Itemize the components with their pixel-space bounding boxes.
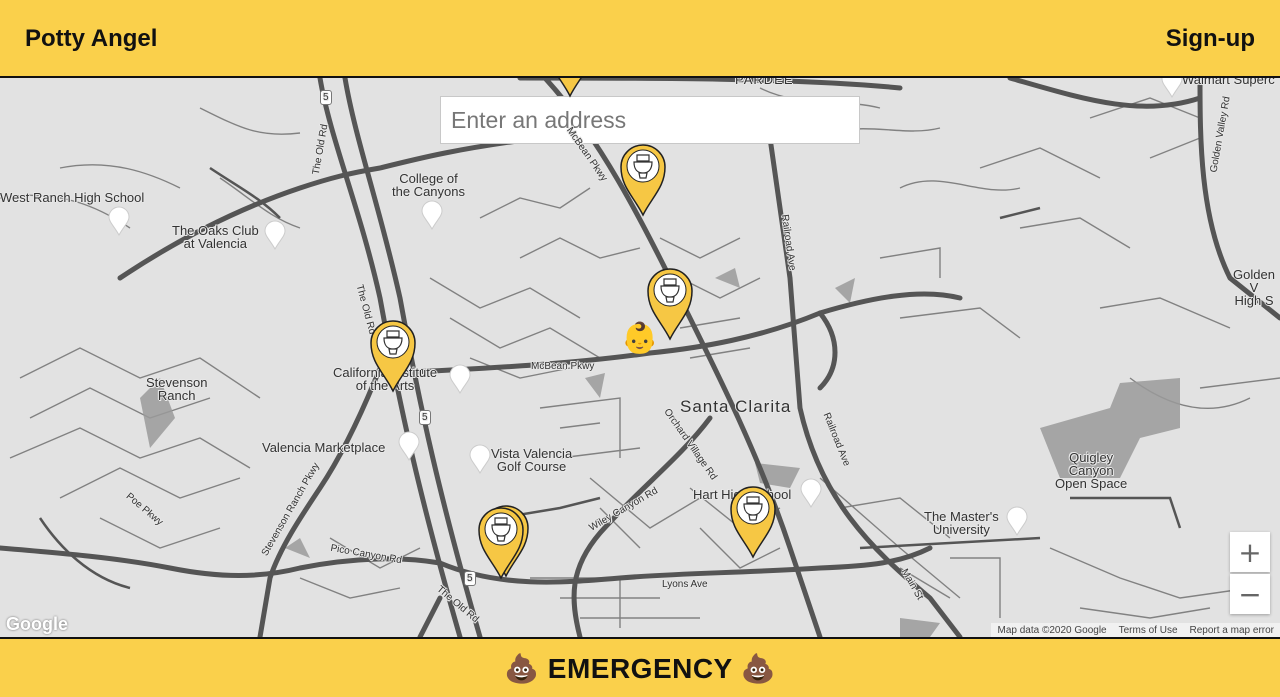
place-pin-icon[interactable] — [1160, 78, 1184, 98]
map-view[interactable]: West Ranch High School The Oaks Club at … — [0, 78, 1280, 637]
signup-link[interactable]: Sign-up — [1166, 25, 1255, 53]
place-label-oaks-club: The Oaks Club at Valencia — [172, 223, 259, 251]
toilet-pin-icon[interactable] — [545, 78, 595, 98]
place-label-quigley: Quigley Canyon Open Space — [1055, 450, 1128, 491]
zoom-in-button[interactable]: + — [1230, 532, 1270, 572]
address-search-input[interactable] — [440, 96, 860, 144]
app-header: Potty Angel Sign-up — [0, 0, 1280, 78]
brand-title[interactable]: Potty Angel — [25, 25, 157, 53]
place-label-college: College of the Canyons — [392, 171, 465, 199]
place-pin-icon[interactable] — [799, 478, 823, 508]
route-5-shield: 5 — [320, 90, 332, 105]
user-location-icon[interactable]: 👶 — [621, 322, 658, 356]
place-label-santa-clarita: Santa Clarita — [680, 397, 792, 416]
report-error-link[interactable]: Report a map error — [1190, 625, 1274, 636]
place-label-pardee: PARDEE — [735, 78, 794, 87]
toilet-pin-icon[interactable] — [728, 484, 778, 559]
place-label-walmart: Walmart Superc — [1182, 78, 1275, 87]
place-label-valencia-marketplace: Valencia Marketplace — [262, 440, 386, 455]
toilet-pin-icon[interactable] — [476, 505, 526, 580]
place-label-masters: The Master's University — [924, 509, 999, 537]
route-5-shield: 5 — [419, 410, 431, 425]
toilet-pin-icon[interactable] — [618, 142, 668, 217]
map-attribution: Map data ©2020 Google Terms of Use Repor… — [991, 623, 1280, 637]
zoom-out-button[interactable]: − — [1230, 574, 1270, 614]
place-label-stevenson: Stevenson Ranch — [146, 375, 208, 403]
terms-link[interactable]: Terms of Use — [1119, 625, 1178, 636]
place-pin-icon[interactable] — [107, 206, 131, 236]
place-label-golden-valley: Golden V High S — [1233, 267, 1275, 308]
emergency-button[interactable]: 💩 EMERGENCY 💩 — [0, 637, 1280, 697]
place-pin-icon[interactable] — [448, 364, 472, 394]
place-label-west-ranch: West Ranch High School — [0, 190, 145, 205]
toilet-pin-icon[interactable] — [368, 318, 418, 393]
place-label-vista-valencia: Vista Valencia Golf Course — [491, 446, 573, 474]
place-pin-icon[interactable] — [397, 431, 421, 461]
place-pin-icon[interactable] — [468, 444, 492, 474]
route-5-shield: 5 — [464, 571, 476, 586]
google-logo[interactable]: Google — [6, 614, 68, 635]
street-label-lyons: Lyons Ave — [662, 579, 708, 590]
place-pin-icon[interactable] — [420, 200, 444, 230]
place-pin-icon[interactable] — [1005, 506, 1029, 536]
place-pin-icon[interactable] — [263, 220, 287, 250]
street-label-mcbean: McBean Pkwy — [531, 361, 595, 372]
emergency-label: 💩 EMERGENCY 💩 — [504, 652, 776, 684]
map-data-text: Map data ©2020 Google — [997, 624, 1107, 636]
